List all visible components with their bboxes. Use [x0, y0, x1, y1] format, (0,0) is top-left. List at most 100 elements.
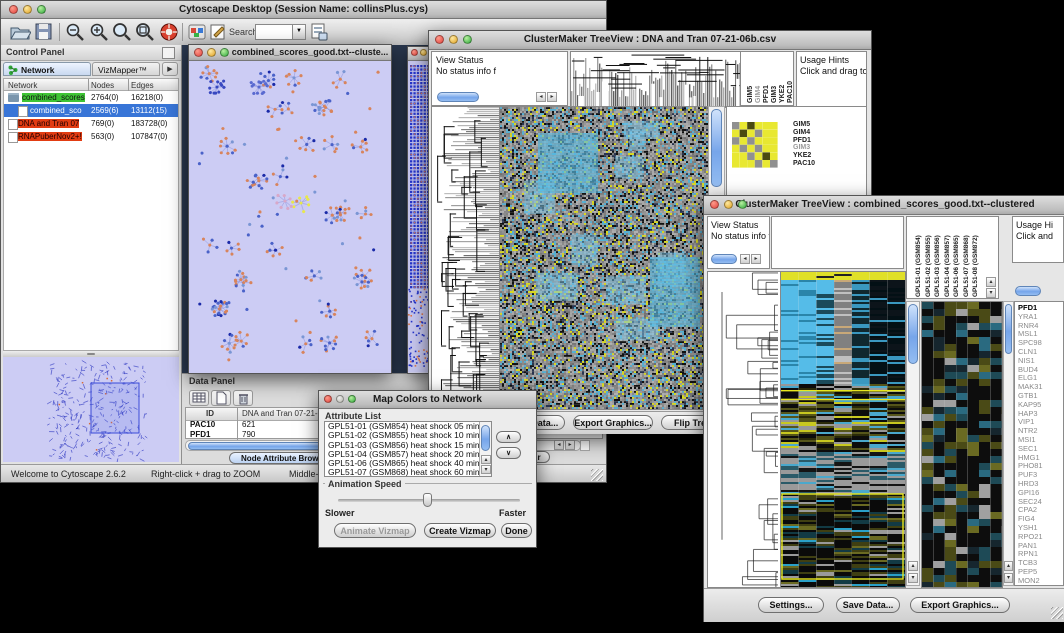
comb-collabel-down-icon[interactable]: ▾ — [986, 288, 996, 298]
attr-scroll-down-icon[interactable]: ▾ — [481, 465, 491, 474]
comb-col-label[interactable]: GPL51-03 (GSM856) — [934, 235, 941, 297]
close-icon[interactable] — [194, 48, 203, 57]
dna-row-label[interactable]: GIM3 — [793, 144, 833, 152]
attr-scroll-track[interactable]: ▴ ▾ — [479, 422, 491, 476]
dna-row-dendrogram[interactable] — [431, 106, 500, 410]
save-data-button[interactable]: Save Data... — [836, 597, 900, 613]
comb-status-scroll-right-icon[interactable]: ▸ — [751, 254, 761, 264]
resize-grip[interactable] — [1051, 607, 1063, 619]
dna-row-label[interactable]: PFD1 — [793, 137, 833, 145]
dna-row-label[interactable]: PAC10 — [793, 160, 833, 168]
annotation-icon[interactable] — [208, 22, 228, 42]
dp-col-attr[interactable]: DNA and Tran 07-21-06( — [242, 409, 329, 418]
zoom-fit-icon[interactable] — [135, 22, 157, 42]
network-table-row[interactable]: DNA and Tran 07769(0)183728(0) — [4, 117, 178, 130]
main-titlebar[interactable]: Cytoscape Desktop (Session Name: collins… — [1, 1, 606, 19]
comb-vscroll-thumb[interactable] — [908, 304, 918, 364]
zoom-window-icon[interactable] — [37, 5, 46, 14]
dna-heatmap[interactable] — [499, 106, 709, 410]
dp-col-id[interactable]: ID — [206, 409, 214, 418]
attr-scroll-up-icon[interactable]: ▴ — [481, 455, 491, 464]
move-up-button[interactable]: ∧ — [496, 431, 521, 443]
comb-col-label[interactable]: GPL51-08 (GSM872) — [972, 235, 979, 297]
dna-column-dendrogram[interactable] — [570, 51, 741, 108]
export-graphics-button[interactable]: Export Graphics... — [910, 597, 1010, 613]
resize-grip[interactable] — [591, 469, 603, 481]
zoom-window-icon[interactable] — [348, 395, 356, 403]
dna-row-label[interactable]: GIM4 — [793, 129, 833, 137]
dna-vscroll-thumb[interactable] — [711, 109, 722, 187]
search-dropdown-icon[interactable]: ▼ — [292, 24, 306, 40]
col-header-network[interactable]: Network — [8, 81, 37, 90]
table-settings-icon[interactable] — [189, 390, 209, 406]
dna-zoom-matrix[interactable] — [732, 122, 778, 168]
zoom-in-icon[interactable] — [89, 22, 111, 42]
speed-slider-thumb[interactable] — [423, 493, 432, 507]
new-attribute-icon[interactable] — [211, 390, 231, 406]
comb-row-dendrogram[interactable] — [707, 271, 781, 588]
close-icon[interactable] — [324, 395, 332, 403]
network-table-row[interactable]: RNAPuberNov2+!563(0)107847(0) — [4, 130, 178, 143]
network-overview-thumbnail[interactable] — [3, 357, 179, 462]
comb-col-label[interactable]: GPL51-04 (GSM857) — [944, 235, 951, 297]
close-icon[interactable] — [710, 200, 719, 209]
close-icon[interactable] — [9, 5, 18, 14]
minimize-icon[interactable] — [23, 5, 32, 14]
dna-status-scroll-thumb[interactable] — [437, 92, 479, 102]
dna-status-scroll-left-icon[interactable]: ◂ — [536, 92, 546, 102]
zoom-window-icon[interactable] — [220, 48, 229, 57]
comb-col-label[interactable]: GPL51-02 (GSM855) — [925, 235, 932, 297]
comb-vscroll2-track[interactable]: ▴ ▾ — [1003, 301, 1014, 586]
minimize-icon[interactable] — [449, 35, 458, 44]
comb-zoom-heatmap[interactable] — [921, 301, 1003, 588]
attribute-item[interactable]: GPL51-07 (GSM868) heat shock 60 min — [325, 468, 491, 477]
attr-scroll-thumb[interactable] — [481, 425, 490, 451]
comb-scroll2-up-icon[interactable]: ▴ — [1004, 561, 1013, 571]
tab-network[interactable]: Network — [3, 62, 91, 76]
settings-button[interactable]: Settings... — [758, 597, 824, 613]
gene-label[interactable]: MON2 — [1018, 577, 1063, 586]
comb-col-label[interactable]: GPL51-06 (GSM865) — [953, 235, 960, 297]
network-view-a-canvas[interactable] — [189, 61, 389, 372]
tab-vizmapper[interactable]: VizMapper™ — [92, 62, 160, 76]
dp-scroll-left-icon[interactable]: ◂ — [554, 440, 564, 450]
create-vizmap-button[interactable]: Create Vizmap — [424, 523, 496, 538]
vizmap-nodes-icon[interactable] — [187, 22, 207, 42]
dna-col-label[interactable]: PFD1 — [763, 85, 770, 103]
close-icon[interactable] — [411, 49, 418, 56]
comb-vscroll2-thumb[interactable] — [1005, 304, 1012, 354]
col-header-nodes[interactable]: Nodes — [91, 81, 114, 90]
comb-status-scroll-thumb[interactable] — [711, 254, 737, 264]
dna-row-label[interactable]: GIM5 — [793, 121, 833, 129]
comb-col-label[interactable]: GPL51-07 (GSM868) — [963, 235, 970, 297]
float-panel-icon[interactable] — [162, 47, 175, 59]
dna-col-label[interactable]: YKE2 — [779, 85, 786, 103]
search-input[interactable] — [255, 24, 297, 40]
dna-col-label[interactable]: GIM5 — [747, 86, 754, 103]
dna-status-scroll-right-icon[interactable]: ▸ — [547, 92, 557, 102]
save-icon[interactable] — [34, 22, 54, 42]
minimize-icon[interactable] — [420, 49, 427, 56]
comb-status-scroll-left-icon[interactable]: ◂ — [740, 254, 750, 264]
zoom-window-icon[interactable] — [463, 35, 472, 44]
minimize-icon[interactable] — [724, 200, 733, 209]
help-lifesaver-icon[interactable] — [159, 22, 179, 42]
comb-vscroll-track[interactable]: ▴ ▾ — [906, 301, 920, 586]
import-table-icon[interactable] — [309, 22, 329, 42]
comb-usage-scroll-thumb[interactable] — [1015, 286, 1041, 296]
dna-col-label[interactable]: GIM4 — [755, 86, 762, 103]
comb-heatmap[interactable] — [780, 271, 906, 588]
dna-col-label[interactable]: PAC10 — [787, 81, 794, 103]
comb-scroll2-down-icon[interactable]: ▾ — [1004, 573, 1013, 583]
zoom-window-icon[interactable] — [738, 200, 747, 209]
minimize-icon[interactable] — [207, 48, 216, 57]
dna-col-label[interactable]: GIM3 — [771, 86, 778, 103]
dp-scroll-right-icon[interactable]: ▸ — [565, 440, 575, 450]
move-down-button[interactable]: ∨ — [496, 447, 521, 459]
comb-column-dendrogram-area[interactable] — [771, 216, 904, 269]
zoom-selected-icon[interactable] — [112, 22, 134, 42]
open-file-icon[interactable] — [9, 22, 31, 42]
export-graphics-button[interactable]: Export Graphics... — [573, 415, 653, 430]
dna-row-label[interactable]: YKE2 — [793, 152, 833, 160]
tab-overflow-button[interactable]: ▶ — [162, 62, 178, 76]
